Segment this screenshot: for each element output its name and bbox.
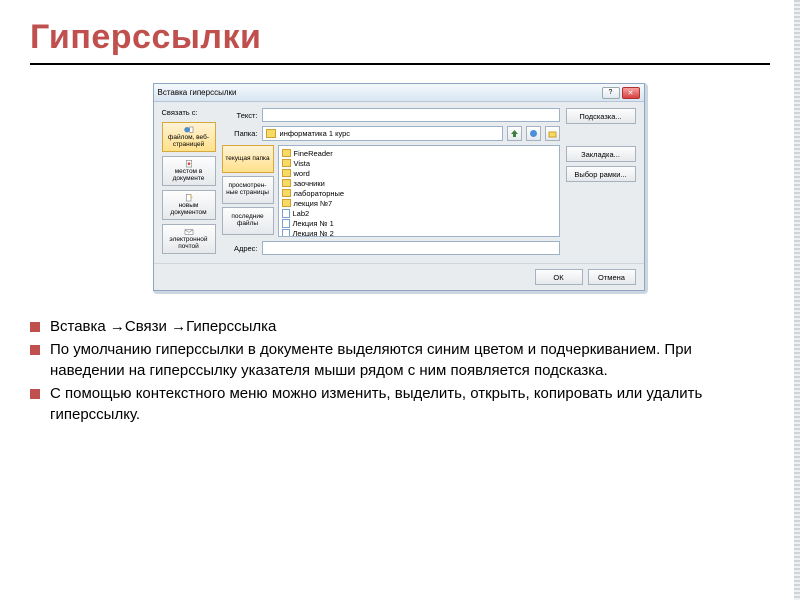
bookmark-icon [182, 159, 196, 168]
text-label: Текст: [222, 111, 258, 120]
document-icon [282, 209, 290, 218]
bullet-icon [30, 322, 40, 332]
file-list-item[interactable]: лабораторные [282, 188, 556, 198]
file-list-item[interactable]: Лекция № 1 [282, 218, 556, 228]
file-list[interactable]: FineReaderVistawordзаочникилабораторныел… [278, 145, 560, 237]
help-button[interactable]: ? [602, 87, 620, 99]
file-list-item[interactable]: лекция №7 [282, 198, 556, 208]
email-icon [182, 227, 196, 236]
document-icon [282, 219, 290, 228]
file-list-item[interactable]: Lab2 [282, 208, 556, 218]
file-list-item[interactable]: Vista [282, 158, 556, 168]
folder-icon [282, 179, 291, 187]
file-list-item[interactable]: заочники [282, 178, 556, 188]
list-item: С помощью контекстного меню можно измени… [30, 383, 770, 425]
folder-label: Папка: [222, 129, 258, 138]
document-icon [282, 229, 290, 238]
browse-file-button[interactable] [545, 126, 560, 141]
dialog-screenshot: Вставка гиперссылки ? ✕ Связать с: файло… [30, 83, 770, 294]
file-list-item[interactable]: Лекция № 2 [282, 228, 556, 237]
slide-border [794, 0, 800, 600]
target-frame-button[interactable]: Выбор рамки... [566, 166, 636, 182]
folder-icon [266, 129, 276, 138]
tab-browsed-pages[interactable]: просмотрен-ные страницы [222, 176, 274, 204]
tab-recent-files[interactable]: последние файлы [222, 207, 274, 235]
folder-icon [282, 159, 291, 167]
titlebar: Вставка гиперссылки ? ✕ [154, 84, 644, 102]
bookmark-button[interactable]: Закладка... [566, 146, 636, 162]
linkto-file-web[interactable]: файлом, веб-страницей [162, 122, 216, 152]
title-rule [30, 63, 770, 65]
slide-title: Гиперссылки [30, 18, 770, 57]
text-input[interactable] [262, 108, 560, 122]
folder-icon [282, 169, 291, 177]
cancel-button[interactable]: Отмена [588, 269, 636, 285]
web-icon [529, 129, 538, 138]
up-folder-button[interactable] [507, 126, 522, 141]
bullet-icon [30, 345, 40, 355]
linkto-label: Связать с: [162, 108, 216, 117]
list-item: Вставка →Связи →Гиперссылка [30, 316, 770, 337]
up-arrow-icon [510, 129, 519, 138]
bullet-icon [30, 389, 40, 399]
close-button[interactable]: ✕ [622, 87, 640, 99]
tab-current-folder[interactable]: текущая папка [222, 145, 274, 173]
list-item: По умолчанию гиперссылки в документе выд… [30, 339, 770, 381]
insert-hyperlink-dialog: Вставка гиперссылки ? ✕ Связать с: файло… [153, 83, 645, 291]
new-doc-icon [182, 193, 196, 202]
dialog-title: Вставка гиперссылки [158, 88, 237, 97]
linkto-new-doc[interactable]: новым документом [162, 190, 216, 220]
bullet-list: Вставка →Связи →Гиперссылка По умолчанию… [30, 316, 770, 425]
folder-icon [282, 149, 291, 157]
file-list-item[interactable]: word [282, 168, 556, 178]
folder-icon [282, 199, 291, 207]
address-label: Адрес: [222, 244, 258, 253]
linkto-place-in-doc[interactable]: местом в документе [162, 156, 216, 186]
browse-web-button[interactable] [526, 126, 541, 141]
screentip-button[interactable]: Подсказка... [566, 108, 636, 124]
folder-icon [282, 189, 291, 197]
file-list-item[interactable]: FineReader [282, 148, 556, 158]
ok-button[interactable]: ОК [535, 269, 583, 285]
linkto-email[interactable]: электронной почтой [162, 224, 216, 254]
folder-dropdown[interactable]: информатика 1 курс [262, 126, 503, 141]
open-folder-icon [548, 129, 557, 138]
globe-file-icon [182, 125, 196, 134]
address-input[interactable] [262, 241, 560, 255]
